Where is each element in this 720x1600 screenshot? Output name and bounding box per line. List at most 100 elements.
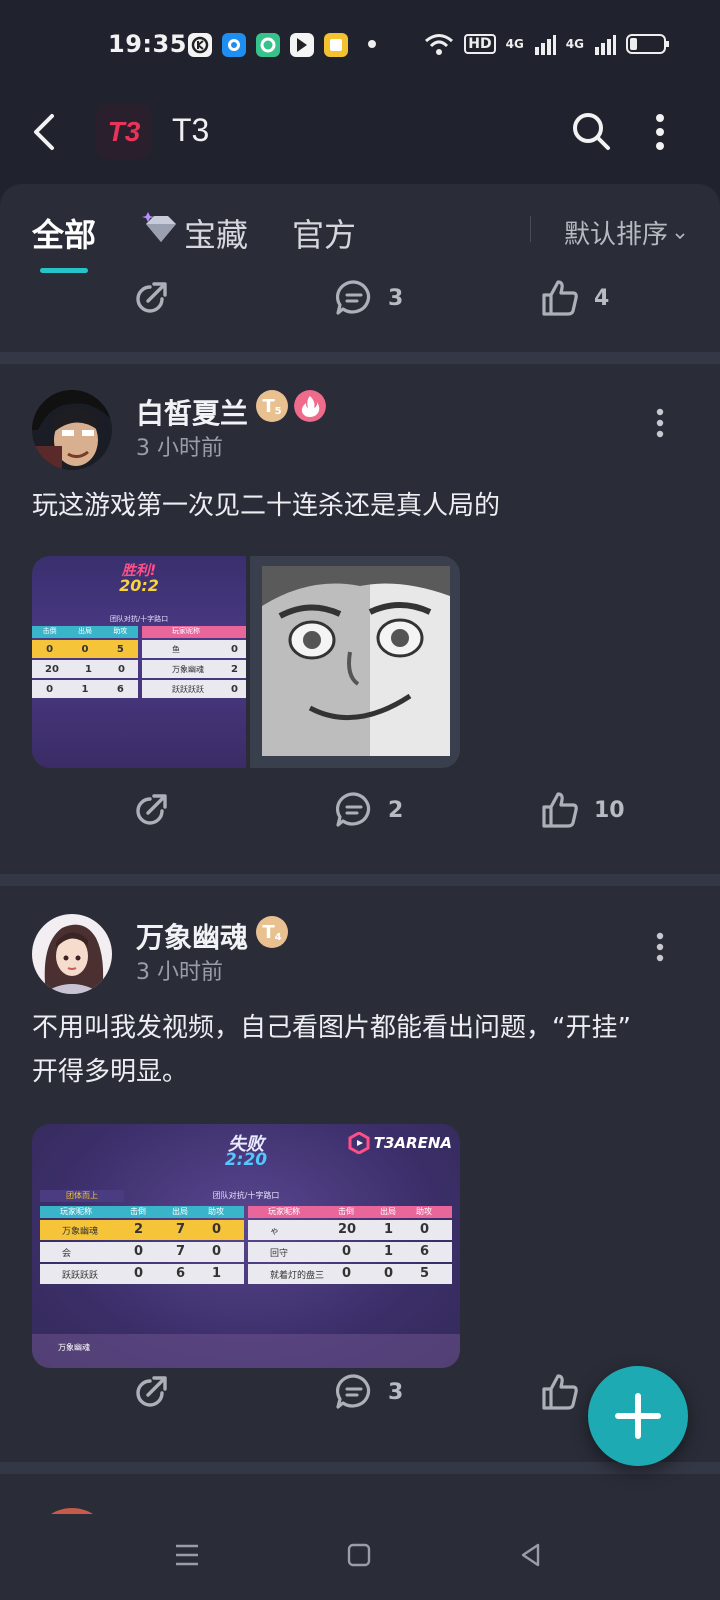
brand-text: T3ARENA xyxy=(373,1134,452,1152)
search-icon[interactable] xyxy=(570,110,612,152)
post-time: 3 小时前 xyxy=(136,960,223,985)
next-post-peek xyxy=(0,1474,720,1588)
comment-icon xyxy=(335,280,371,315)
like-count: 4 xyxy=(594,285,610,311)
level-badge: T4 xyxy=(256,916,288,948)
level-badge-number: 5 xyxy=(274,405,282,417)
signal-icon xyxy=(534,35,556,55)
tab-official[interactable]: 官方 xyxy=(292,210,356,256)
score-row: 20 1 0 xyxy=(32,660,138,678)
share-button[interactable] xyxy=(132,276,170,320)
menu-icon[interactable] xyxy=(174,1542,200,1568)
status-icons: HD 4G 4G xyxy=(424,32,670,56)
author-name[interactable]: 万象幽魂 xyxy=(136,916,248,956)
score-row: 就着灯的盘三 0 0 5 xyxy=(248,1264,452,1284)
match-score: 20:2 xyxy=(119,576,159,595)
like-button[interactable] xyxy=(540,1370,580,1414)
col-player: 玩家昵称 xyxy=(172,627,200,635)
sort-divider xyxy=(530,216,531,242)
avatar[interactable] xyxy=(32,390,112,470)
more-icon[interactable] xyxy=(650,110,670,154)
app-notification-icon xyxy=(222,33,246,57)
post-time: 3 小时前 xyxy=(136,436,223,461)
score-header: 击倒 出局 助攻 xyxy=(32,626,138,638)
feed-divider xyxy=(0,874,720,886)
match-mode: 团队对抗/十字路口 xyxy=(109,615,169,623)
comment-icon xyxy=(335,1374,371,1409)
post-image[interactable]: 失败 2:20 T3ARENA 团队对抗/十字路口 团体而上 玩家昵称 击倒 出… xyxy=(32,1124,460,1368)
status-time: 19:35 xyxy=(108,30,187,58)
hd-badge: HD xyxy=(464,34,496,54)
col-deaths: 出局 xyxy=(77,627,92,635)
score-row: 跃跃跃跃 0 6 1 xyxy=(40,1264,244,1284)
post-text: 玩这游戏第一次见二十连杀还是真人局的 xyxy=(32,491,501,521)
back-nav-icon[interactable] xyxy=(518,1542,544,1568)
col-kills: 击倒 xyxy=(42,627,57,635)
score-row: 会 0 7 0 xyxy=(40,1242,244,1262)
page-title: T3 xyxy=(172,112,210,148)
col-assists: 助攻 xyxy=(113,627,128,635)
more-icon[interactable] xyxy=(656,408,664,438)
more-icon[interactable] xyxy=(656,932,664,962)
score-row: 005 xyxy=(32,640,138,658)
score-row: 万象幽魂 2 xyxy=(142,660,246,678)
tab-treasure[interactable]: 宝藏 xyxy=(184,210,248,256)
chevron-down-icon xyxy=(675,232,685,239)
comment-count: 2 xyxy=(388,797,404,823)
app-notification-icon xyxy=(188,33,212,57)
signal-label: 4G xyxy=(505,37,524,51)
comment-count: 3 xyxy=(388,285,404,311)
comment-button[interactable]: 2 xyxy=(334,788,403,832)
score-row: 016 xyxy=(32,680,138,698)
post-image[interactable] xyxy=(250,556,460,768)
score-row: 万象幽魂 2 7 0 xyxy=(40,1220,244,1240)
status-bar: 19:35 HD 4G 4G xyxy=(0,0,720,92)
avatar[interactable] xyxy=(32,914,112,994)
fire-badge-icon xyxy=(294,390,326,422)
author-name[interactable]: 白皙夏兰 xyxy=(136,392,248,432)
post-text: 不用叫我发视频，自己看图片都能看出问题，“开挂” 开得多明显。 xyxy=(32,1006,682,1094)
feed-post[interactable]: 白皙夏兰 T5 3 小时前 玩这游戏第一次见二十连杀还是真人局的 胜利! 20:… xyxy=(0,364,720,874)
share-button[interactable] xyxy=(132,788,170,832)
like-icon xyxy=(542,792,578,828)
group-logo: T3 xyxy=(96,103,152,159)
brand-logo: T3ARENA xyxy=(348,1132,452,1154)
share-button[interactable] xyxy=(132,1370,170,1414)
share-icon xyxy=(136,282,167,313)
home-icon[interactable] xyxy=(346,1542,372,1568)
score-header: 玩家昵称 击倒 出局 助攻 xyxy=(40,1206,244,1218)
level-badge-letter: T xyxy=(262,921,275,943)
like-button[interactable]: 10 xyxy=(540,788,625,832)
like-icon xyxy=(542,280,578,316)
battery-icon xyxy=(626,34,669,54)
score-row: 跃跃跃跃 0 xyxy=(142,680,246,698)
diamond-icon xyxy=(142,212,176,242)
signal-label: 4G xyxy=(565,37,584,51)
share-icon xyxy=(136,1376,167,1407)
signal-icon xyxy=(595,35,616,55)
post-image[interactable]: 胜利! 20:2 团队对抗/十字路口 击倒 出局 助攻 玩家昵称 005 20 1 0 … xyxy=(32,556,246,768)
system-nav-bar xyxy=(0,1514,720,1600)
level-badge-number: 4 xyxy=(274,931,282,943)
app-notification-icon xyxy=(324,33,348,57)
post-action-bar: 2 10 xyxy=(0,770,720,850)
back-icon[interactable] xyxy=(26,110,66,154)
score-header-right: 玩家昵称 xyxy=(142,626,246,638)
level-badge-letter: T xyxy=(262,395,275,417)
comment-button[interactable]: 3 xyxy=(334,1370,403,1414)
comment-button[interactable]: 3 xyxy=(334,276,403,320)
feed-divider xyxy=(0,352,720,364)
sort-dropdown[interactable]: 默认排序 xyxy=(564,214,686,251)
app-notification-icon xyxy=(256,33,280,57)
create-post-button[interactable] xyxy=(588,1366,688,1466)
svg-text:T3: T3 xyxy=(108,116,141,147)
t3arena-logo-icon xyxy=(348,1132,370,1154)
tab-all[interactable]: 全部 xyxy=(32,210,96,256)
plus-icon xyxy=(615,1393,661,1439)
like-count: 10 xyxy=(594,797,625,823)
score-row: ゃ 20 1 0 xyxy=(248,1220,452,1240)
level-badge: T5 xyxy=(256,390,288,422)
share-icon xyxy=(136,794,167,825)
like-button[interactable]: 4 xyxy=(540,276,609,320)
like-icon xyxy=(542,1374,578,1410)
